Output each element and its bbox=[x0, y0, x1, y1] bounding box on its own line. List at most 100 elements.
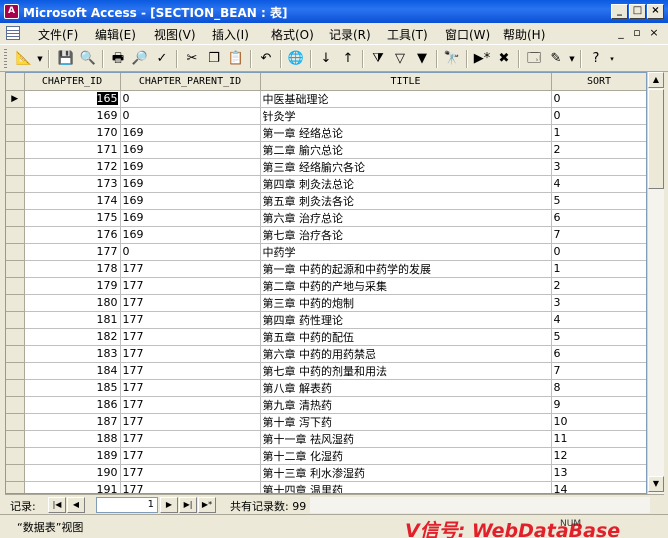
cell-chapter-parent-id[interactable]: 169 bbox=[120, 158, 261, 176]
cell-chapter-id[interactable]: 178 bbox=[24, 260, 121, 278]
cell-chapter-parent-id[interactable]: 177 bbox=[120, 328, 261, 346]
minimize-button[interactable]: _ bbox=[611, 4, 628, 19]
print-icon[interactable]: 🖶 bbox=[108, 49, 128, 69]
cell-title[interactable]: 针灸学 bbox=[260, 107, 552, 125]
record-selector[interactable] bbox=[6, 311, 25, 329]
cell-sort[interactable]: 7 bbox=[551, 226, 646, 244]
column-header-sort[interactable]: SORT bbox=[551, 73, 646, 91]
cell-sort[interactable]: 0 bbox=[551, 243, 646, 261]
select-all-corner[interactable] bbox=[6, 73, 25, 91]
help-icon[interactable]: ? bbox=[586, 49, 606, 69]
last-record-button[interactable]: ▶| bbox=[179, 497, 197, 513]
table-row[interactable]: 190 177 第十三章 利水渗湿药 13 bbox=[6, 464, 646, 482]
cell-chapter-parent-id[interactable]: 169 bbox=[120, 192, 261, 210]
record-selector[interactable] bbox=[6, 243, 25, 261]
table-document-icon[interactable] bbox=[6, 26, 20, 40]
menu-format[interactable]: 格式(O) bbox=[271, 26, 314, 43]
cell-chapter-parent-id[interactable]: 177 bbox=[120, 294, 261, 312]
cell-chapter-parent-id[interactable]: 177 bbox=[120, 447, 261, 465]
cell-sort[interactable]: 12 bbox=[551, 447, 646, 465]
cell-chapter-parent-id[interactable]: 177 bbox=[120, 345, 261, 363]
cell-title[interactable]: 第三章 中药的炮制 bbox=[260, 294, 552, 312]
cell-chapter-id[interactable]: 174 bbox=[24, 192, 121, 210]
record-selector[interactable] bbox=[6, 107, 25, 125]
cell-sort[interactable]: 9 bbox=[551, 396, 646, 414]
delete-record-icon[interactable]: ✖ bbox=[494, 49, 514, 69]
view-icon[interactable]: 📐 bbox=[14, 49, 34, 69]
new-record-button[interactable]: ▶* bbox=[198, 497, 216, 513]
cell-chapter-id[interactable]: 180 bbox=[24, 294, 121, 312]
current-record-input[interactable]: 1 bbox=[96, 497, 158, 513]
cell-title[interactable]: 第四章 药性理论 bbox=[260, 311, 552, 329]
cell-chapter-parent-id[interactable]: 177 bbox=[120, 396, 261, 414]
record-selector[interactable] bbox=[6, 175, 25, 193]
table-row[interactable]: 180 177 第三章 中药的炮制 3 bbox=[6, 294, 646, 312]
record-selector[interactable] bbox=[6, 447, 25, 465]
column-header-chapter-parent-id[interactable]: CHAPTER_PARENT_ID bbox=[120, 73, 261, 91]
record-selector[interactable] bbox=[6, 345, 25, 363]
toolbar-options-icon[interactable]: ▾ bbox=[608, 49, 616, 69]
next-record-button[interactable]: ▶ bbox=[160, 497, 178, 513]
column-header-title[interactable]: TITLE bbox=[260, 73, 552, 91]
cell-title[interactable]: 第四章 刺灸法总论 bbox=[260, 175, 552, 193]
cell-sort[interactable]: 6 bbox=[551, 209, 646, 227]
cell-sort[interactable]: 0 bbox=[551, 107, 646, 125]
cell-sort[interactable]: 14 bbox=[551, 481, 646, 493]
record-selector[interactable] bbox=[6, 192, 25, 210]
record-selector[interactable] bbox=[6, 413, 25, 431]
cell-sort[interactable]: 1 bbox=[551, 260, 646, 278]
cell-chapter-id[interactable]: 165 bbox=[24, 90, 121, 108]
cell-chapter-parent-id[interactable]: 177 bbox=[120, 362, 261, 380]
table-row[interactable]: 184 177 第七章 中药的剂量和用法 7 bbox=[6, 362, 646, 380]
cell-sort[interactable]: 3 bbox=[551, 158, 646, 176]
record-selector[interactable] bbox=[6, 277, 25, 295]
table-row[interactable]: 173 169 第四章 刺灸法总论 4 bbox=[6, 175, 646, 193]
cell-title[interactable]: 第十一章 祛风湿药 bbox=[260, 430, 552, 448]
cell-title[interactable]: 第十四章 温里药 bbox=[260, 481, 552, 493]
cell-chapter-parent-id[interactable]: 177 bbox=[120, 464, 261, 482]
cell-title[interactable]: 第一章 经络总论 bbox=[260, 124, 552, 142]
record-selector[interactable] bbox=[6, 226, 25, 244]
new-record-icon[interactable]: ▶* bbox=[472, 49, 492, 69]
cell-title[interactable]: 第十二章 化湿药 bbox=[260, 447, 552, 465]
table-row[interactable]: 175 169 第六章 治疗总论 6 bbox=[6, 209, 646, 227]
scroll-down-button[interactable]: ▼ bbox=[648, 476, 664, 492]
view-dropdown-icon[interactable]: ▼ bbox=[36, 49, 44, 69]
menu-insert[interactable]: 插入(I) bbox=[212, 26, 249, 43]
cell-chapter-id[interactable]: 187 bbox=[24, 413, 121, 431]
cell-chapter-id[interactable]: 177 bbox=[24, 243, 121, 261]
table-row[interactable]: 177 0 中药学 0 bbox=[6, 243, 646, 261]
cell-chapter-id[interactable]: 169 bbox=[24, 107, 121, 125]
record-selector[interactable] bbox=[6, 141, 25, 159]
cell-chapter-id[interactable]: 190 bbox=[24, 464, 121, 482]
cell-title[interactable]: 第十三章 利水渗湿药 bbox=[260, 464, 552, 482]
cell-sort[interactable]: 0 bbox=[551, 90, 646, 108]
record-selector[interactable]: ▶ bbox=[6, 90, 25, 108]
cell-title[interactable]: 第二章 腧穴总论 bbox=[260, 141, 552, 159]
cell-sort[interactable]: 4 bbox=[551, 311, 646, 329]
cell-title[interactable]: 第七章 治疗各论 bbox=[260, 226, 552, 244]
new-object-dropdown-icon[interactable]: ▼ bbox=[568, 49, 576, 69]
table-row[interactable]: 182 177 第五章 中药的配伍 5 bbox=[6, 328, 646, 346]
cell-chapter-id[interactable]: 185 bbox=[24, 379, 121, 397]
cell-chapter-id[interactable]: 181 bbox=[24, 311, 121, 329]
cell-sort[interactable]: 13 bbox=[551, 464, 646, 482]
cell-title[interactable]: 第一章 中药的起源和中药学的发展 bbox=[260, 260, 552, 278]
menu-view[interactable]: 视图(V) bbox=[154, 26, 196, 43]
table-row[interactable]: 170 169 第一章 经络总论 1 bbox=[6, 124, 646, 142]
cell-chapter-parent-id[interactable]: 177 bbox=[120, 379, 261, 397]
cell-chapter-id[interactable]: 191 bbox=[24, 481, 121, 493]
cut-icon[interactable]: ✂ bbox=[182, 49, 202, 69]
cell-chapter-parent-id[interactable]: 177 bbox=[120, 413, 261, 431]
record-selector[interactable] bbox=[6, 481, 25, 493]
cell-title[interactable]: 第六章 治疗总论 bbox=[260, 209, 552, 227]
scroll-thumb[interactable] bbox=[648, 89, 664, 189]
cell-chapter-parent-id[interactable]: 169 bbox=[120, 175, 261, 193]
table-row[interactable]: 186 177 第九章 清热药 9 bbox=[6, 396, 646, 414]
cell-chapter-parent-id[interactable]: 169 bbox=[120, 209, 261, 227]
cell-chapter-id[interactable]: 179 bbox=[24, 277, 121, 295]
cell-sort[interactable]: 6 bbox=[551, 345, 646, 363]
cell-title[interactable]: 第九章 清热药 bbox=[260, 396, 552, 414]
mdi-restore-button[interactable]: ▫ bbox=[630, 26, 644, 40]
record-selector[interactable] bbox=[6, 158, 25, 176]
